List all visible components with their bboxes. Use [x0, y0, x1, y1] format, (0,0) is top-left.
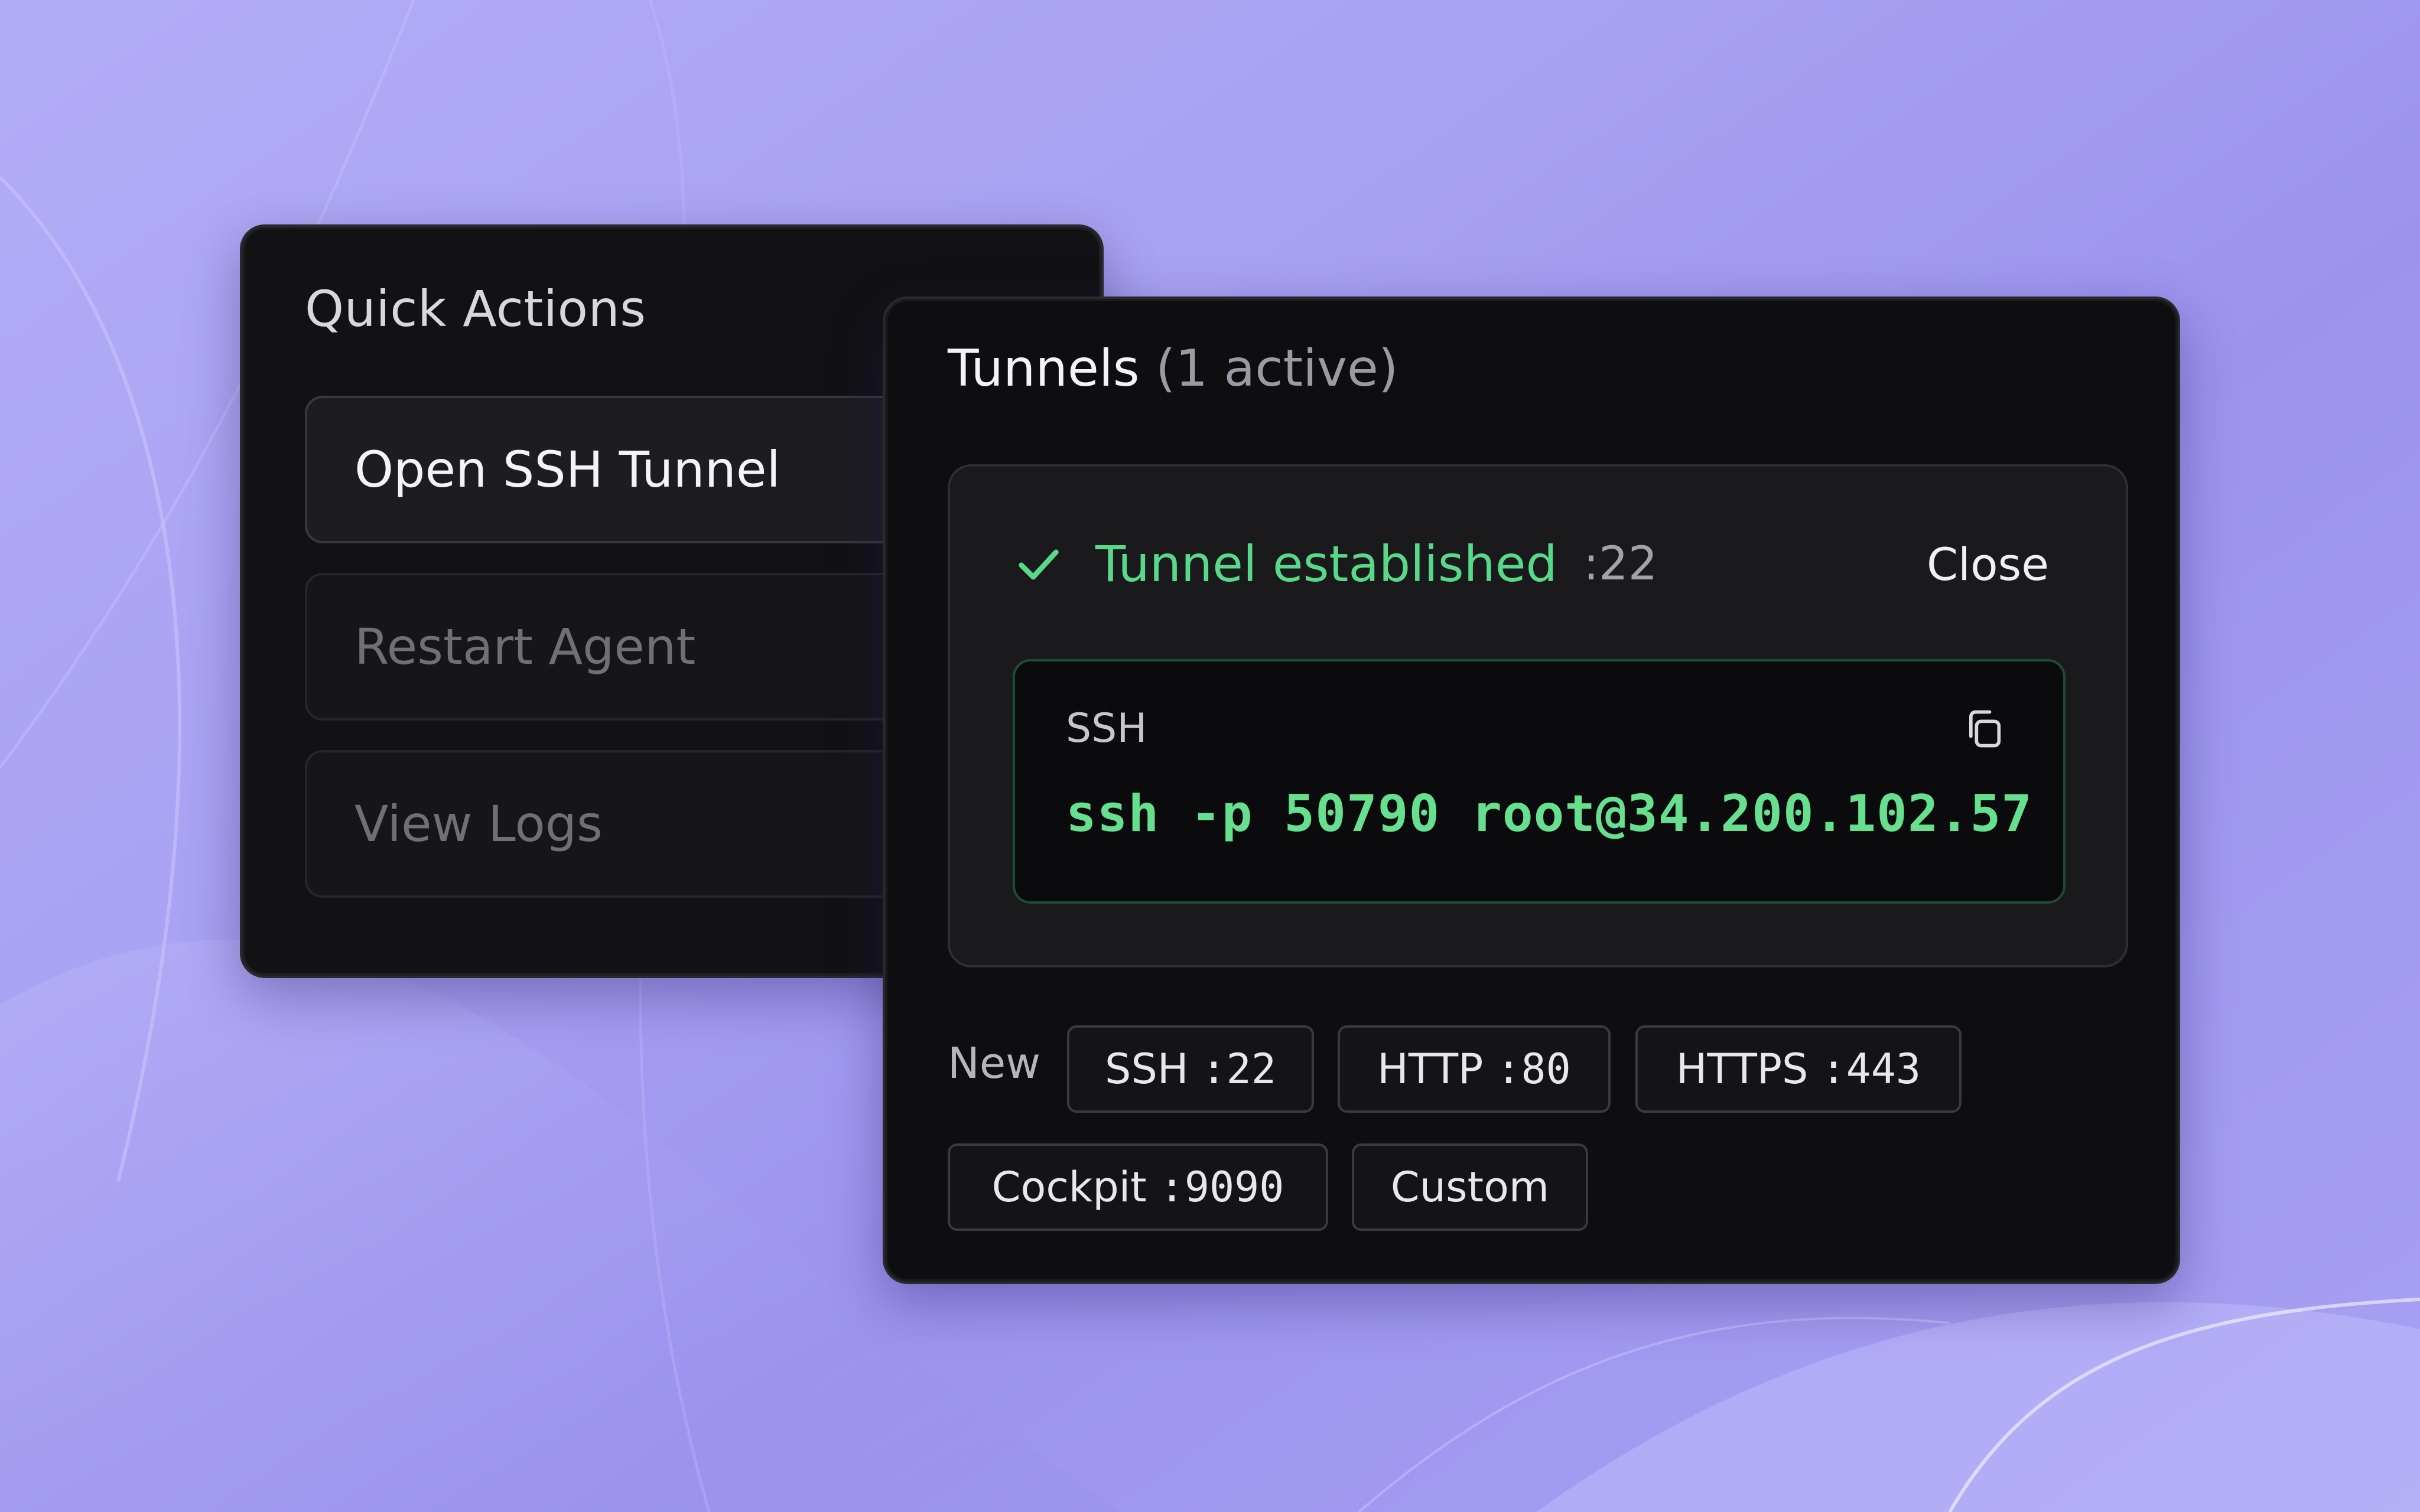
ssh-command-box: SSH ssh -p 50790 root@34.200.102.57	[1013, 659, 2066, 904]
tunnel-status-port: :22	[1583, 537, 1658, 591]
close-tunnel-button[interactable]: Close	[1927, 538, 2049, 591]
tunnels-title: Tunnels (1 active)	[948, 339, 1398, 398]
quick-actions-title: Quick Actions	[305, 280, 646, 338]
preset-ssh-button[interactable]: SSH :22	[1067, 1025, 1314, 1113]
preset-https-port: :443	[1821, 1045, 1921, 1093]
copy-icon[interactable]	[1962, 706, 2006, 751]
ssh-command-text: ssh -p 50790 root@34.200.102.57	[1066, 784, 2033, 843]
tunnel-status-card: Tunnel established :22 Close SSH ssh -p …	[948, 464, 2128, 967]
preset-https-button[interactable]: HTTPS :443	[1635, 1025, 1962, 1113]
preset-cockpit-name: Cockpit	[991, 1163, 1147, 1211]
preset-http-port: :80	[1496, 1045, 1571, 1093]
preset-https-name: HTTPS	[1676, 1045, 1809, 1093]
tunnel-status-row: Tunnel established :22 Close	[1013, 532, 2049, 597]
check-icon	[1019, 549, 1059, 580]
preset-custom-button[interactable]: Custom	[1352, 1143, 1588, 1231]
preset-http-button[interactable]: HTTP :80	[1338, 1025, 1611, 1113]
preset-ssh-port: :22	[1201, 1045, 1276, 1093]
new-tunnel-label: New	[948, 1038, 1041, 1088]
tunnel-status-text: Tunnel established	[1095, 535, 1557, 593]
tunnels-panel: Tunnels (1 active) Tunnel established :2…	[883, 296, 2180, 1284]
preset-http-name: HTTP	[1377, 1045, 1484, 1093]
preset-cockpit-button[interactable]: Cockpit :9090	[948, 1143, 1328, 1231]
tunnels-active-count: (1 active)	[1155, 339, 1398, 398]
preset-cockpit-port: :9090	[1159, 1163, 1284, 1211]
preset-custom-name: Custom	[1390, 1163, 1550, 1211]
preset-ssh-name: SSH	[1105, 1045, 1189, 1093]
tunnels-title-text: Tunnels	[948, 339, 1140, 398]
ssh-command-label: SSH	[1066, 705, 1147, 752]
